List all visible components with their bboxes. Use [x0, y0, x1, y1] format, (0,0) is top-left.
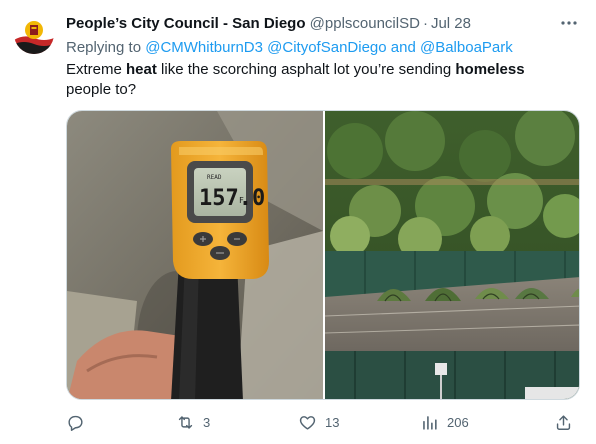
heart-icon [299, 415, 316, 430]
share-icon [556, 414, 571, 430]
tweet[interactable]: People’s City Council - San Diego @pplsc… [0, 0, 596, 444]
replying-to: Replying to @CMWhitburnD3 @CityofSanDieg… [66, 38, 513, 58]
views-icon [423, 415, 437, 430]
mention-balboapark[interactable]: @BalboaPark [420, 39, 513, 56]
author-name[interactable]: People’s City Council - San Diego [66, 15, 305, 32]
text-part-3: people to? [66, 81, 137, 98]
text-part-1: Extreme [66, 61, 127, 78]
media-thermometer-photo[interactable]: READ 157.0 F [67, 111, 323, 399]
separator-dot: · [422, 15, 428, 32]
mention-cityofsandiego[interactable]: @CityofSanDiego [267, 39, 386, 56]
retweet-button[interactable]: 3 [176, 410, 210, 434]
tweet-text: Extreme heat like the scorching asphalt … [66, 60, 566, 100]
like-button[interactable]: 13 [298, 410, 339, 434]
reply-icon [68, 415, 83, 431]
text-bold-homeless: homeless [455, 61, 525, 78]
thermometer-unit: F [239, 196, 244, 205]
reply-and[interactable]: and [391, 39, 416, 56]
reply-button[interactable] [66, 410, 85, 434]
author-handle[interactable]: @pplscouncilSD [310, 15, 420, 32]
media-tents-lot-photo[interactable] [325, 111, 579, 399]
tweet-header: People’s City Council - San Diego @pplsc… [66, 14, 580, 34]
tweet-actions: 3 13 206 [66, 410, 580, 434]
text-part-2: like the scorching asphalt lot you’re se… [156, 61, 456, 78]
thermometer-reading: 157.0 [199, 186, 265, 211]
retweet-icon [178, 415, 193, 429]
avatar[interactable] [14, 14, 54, 54]
reply-prefix: Replying to [66, 39, 142, 56]
retweet-count: 3 [203, 414, 211, 430]
more-horizontal-icon [561, 21, 577, 25]
mention-cmwhitburnd3[interactable]: @CMWhitburnD3 [145, 39, 263, 56]
tweet-date[interactable]: Jul 28 [431, 15, 471, 32]
share-button[interactable] [554, 410, 573, 434]
svg-text:READ: READ [207, 174, 222, 181]
views-button[interactable]: 206 [420, 410, 469, 434]
text-bold-heat: heat [126, 61, 157, 78]
views-count: 206 [447, 414, 469, 430]
more-options-button[interactable] [558, 12, 580, 34]
like-count: 13 [325, 414, 340, 430]
media-grid: READ 157.0 F [66, 110, 580, 400]
